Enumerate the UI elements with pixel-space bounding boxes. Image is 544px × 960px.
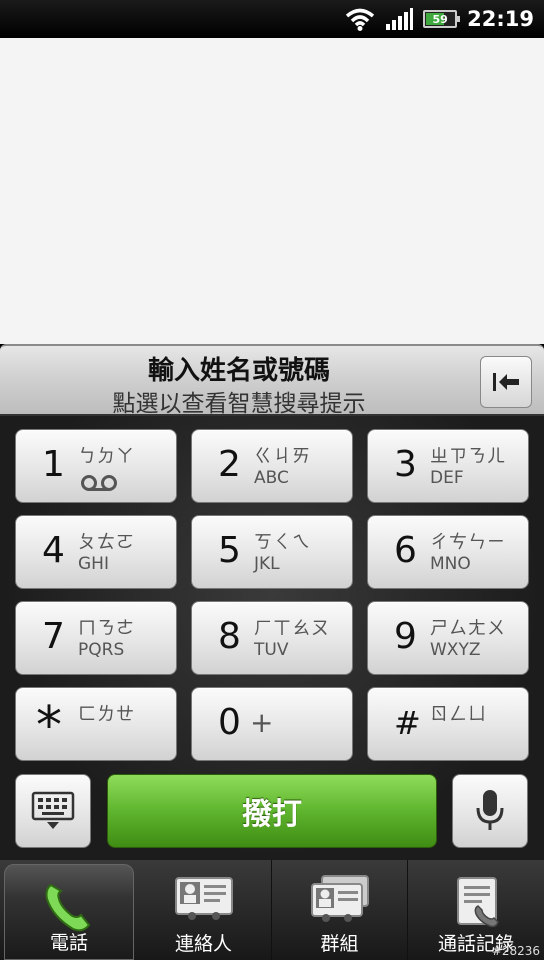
tab-label: 連絡人 bbox=[174, 933, 232, 955]
key-star[interactable]: * ㄈㄌㄝ bbox=[15, 687, 177, 761]
key-zhuyin: ㄏㄒㄠㄡ bbox=[254, 618, 330, 639]
key-letters: JKL bbox=[254, 554, 280, 574]
key-letters: TUV bbox=[254, 640, 289, 660]
key-6[interactable]: 6 ㄔㄘㄣㄧ MNO bbox=[367, 515, 529, 589]
key-zhuyin: ㄈㄌㄝ bbox=[78, 704, 135, 725]
key-letters: ABC bbox=[254, 468, 289, 488]
key-hash[interactable]: # ㄖㄥㄩ bbox=[367, 687, 529, 761]
key-zhuyin: ㄓㄗㄋㄦ bbox=[430, 446, 506, 467]
key-5[interactable]: 5 ㄎㄑㄟ JKL bbox=[191, 515, 353, 589]
voicemail-icon bbox=[81, 475, 117, 491]
key-digit: * bbox=[36, 696, 62, 756]
voice-dial-button[interactable] bbox=[452, 774, 528, 848]
bottom-tab-bar: 電話 連絡人 群組 通話記錄 #28236 bbox=[0, 860, 544, 960]
key-zhuyin: ㄔㄘㄣㄧ bbox=[430, 532, 506, 553]
tab-label: 群組 bbox=[320, 933, 359, 955]
key-zhuyin: ㄍㄐㄞ bbox=[254, 446, 311, 467]
hint-title: 輸入姓名或號碼 bbox=[147, 356, 330, 386]
key-9[interactable]: 9 ㄕㄙㄤㄨ WXYZ bbox=[367, 601, 529, 675]
status-bar: 59 22:19 bbox=[0, 0, 544, 38]
tab-phone[interactable]: 電話 bbox=[4, 864, 134, 960]
key-digit: 1 bbox=[42, 444, 65, 485]
phone-icon bbox=[45, 883, 91, 932]
key-letters: WXYZ bbox=[430, 640, 481, 660]
key-digit: 8 bbox=[218, 616, 241, 657]
battery-level: 59 bbox=[432, 12, 448, 26]
backspace-icon bbox=[493, 373, 519, 391]
key-digit: 0 bbox=[218, 702, 241, 743]
key-zhuyin: ㄕㄙㄤㄨ bbox=[430, 618, 506, 639]
key-digit: 6 bbox=[394, 530, 417, 571]
key-3[interactable]: 3 ㄓㄗㄋㄦ DEF bbox=[367, 429, 529, 503]
key-2[interactable]: 2 ㄍㄐㄞ ABC bbox=[191, 429, 353, 503]
key-7[interactable]: 7 ㄇㄋㄜ PQRS bbox=[15, 601, 177, 675]
key-digit: 7 bbox=[42, 616, 65, 657]
key-letters: PQRS bbox=[78, 640, 125, 660]
key-digit: 2 bbox=[218, 444, 241, 485]
battery-icon: 59 bbox=[423, 10, 461, 28]
keyboard-icon bbox=[31, 791, 75, 829]
contact-card-icon bbox=[174, 877, 233, 920]
call-button[interactable]: 撥打 bbox=[107, 774, 437, 848]
key-zhuyin: ㄎㄑㄟ bbox=[254, 532, 311, 553]
wifi-icon bbox=[346, 8, 375, 31]
microphone-icon bbox=[476, 790, 504, 830]
key-4[interactable]: 4 ㄆㄊㄛ GHI bbox=[15, 515, 177, 589]
key-zhuyin: ㄅㄉㄚ bbox=[78, 446, 135, 467]
watermark: #28236 bbox=[491, 944, 540, 958]
number-display[interactable] bbox=[0, 38, 544, 344]
key-plus: + bbox=[250, 706, 274, 739]
call-label: 撥打 bbox=[242, 797, 302, 832]
hide-keypad-button[interactable] bbox=[15, 774, 91, 848]
hint-subtitle: 點選以查看智慧搜尋提示 bbox=[112, 391, 366, 417]
key-letters: GHI bbox=[78, 554, 109, 574]
key-letters: MNO bbox=[430, 554, 471, 574]
backspace-button[interactable] bbox=[480, 356, 532, 408]
key-digit: # bbox=[394, 704, 421, 742]
tab-groups[interactable]: 群組 bbox=[272, 860, 408, 960]
clock: 22:19 bbox=[467, 7, 534, 31]
key-digit: 4 bbox=[42, 530, 65, 571]
call-log-icon bbox=[457, 877, 499, 928]
key-zhuyin: ㄖㄥㄩ bbox=[430, 704, 487, 725]
signal-icon bbox=[386, 8, 414, 30]
key-digit: 5 bbox=[218, 530, 241, 571]
key-digit: 9 bbox=[394, 616, 417, 657]
key-0[interactable]: 0 + bbox=[191, 687, 353, 761]
group-cards-icon bbox=[310, 875, 369, 922]
smart-search-hint[interactable]: 輸入姓名或號碼 點選以查看智慧搜尋提示 bbox=[0, 344, 544, 417]
key-zhuyin: ㄆㄊㄛ bbox=[78, 532, 135, 553]
key-8[interactable]: 8 ㄏㄒㄠㄡ TUV bbox=[191, 601, 353, 675]
key-1[interactable]: 1 ㄅㄉㄚ bbox=[15, 429, 177, 503]
key-digit: 3 bbox=[394, 444, 417, 485]
key-zhuyin: ㄇㄋㄜ bbox=[78, 618, 135, 639]
key-letters: DEF bbox=[430, 468, 464, 488]
tab-contacts[interactable]: 連絡人 bbox=[136, 860, 272, 960]
